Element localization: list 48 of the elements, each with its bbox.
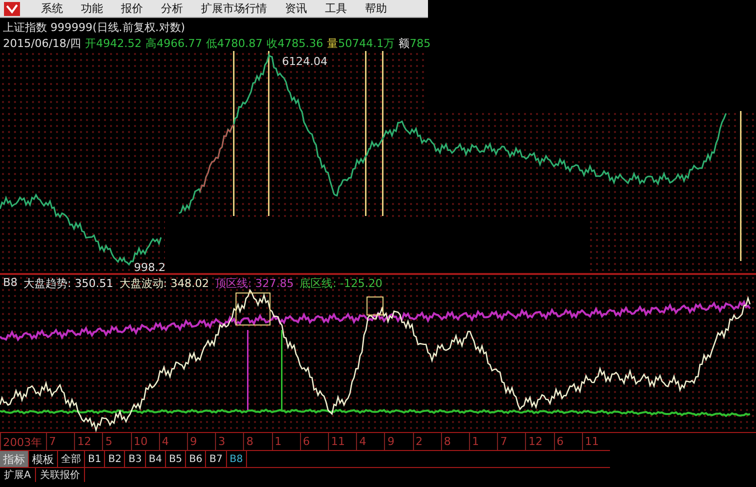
menu-item[interactable]: 系统 xyxy=(32,1,72,16)
menu-item[interactable]: 分析 xyxy=(152,1,192,16)
low-price-label: 998.2 xyxy=(134,261,166,274)
time-axis-label: 9 xyxy=(384,433,413,450)
time-axis-label: 4 xyxy=(356,433,384,450)
quote-value: 额785 xyxy=(398,36,431,51)
time-axis-label: 7 xyxy=(497,433,526,450)
time-axis-label: 2 xyxy=(412,433,441,450)
menu-item[interactable]: 资讯 xyxy=(276,1,316,16)
formula-tab[interactable]: 全部 xyxy=(58,451,85,467)
time-axis-label: 2003年 xyxy=(0,433,46,450)
quote-value: 高4966.77 xyxy=(146,36,202,51)
menu-item[interactable]: 扩展市场行情 xyxy=(192,1,276,16)
menu-item[interactable]: 帮助 xyxy=(356,1,396,16)
time-axis-label: 8 xyxy=(440,433,470,450)
time-axis-label: 11 xyxy=(328,433,356,450)
time-axis-label: 7 xyxy=(46,433,74,450)
menu-item[interactable]: 工具 xyxy=(316,1,356,16)
time-axis-label: 9 xyxy=(187,433,216,450)
view-tab[interactable]: 模板 xyxy=(29,451,58,467)
time-axis-label: 12 xyxy=(74,433,102,450)
time-axis-label: 6 xyxy=(300,433,328,450)
time-axis-label: 5 xyxy=(102,433,131,450)
quote-value: 开4942.52 xyxy=(85,36,142,51)
high-price-label: 6124.04 xyxy=(282,55,328,68)
time-axis-label: 8 xyxy=(243,433,272,450)
security-title: 上证指数 999999(日线.前复权.对数) xyxy=(3,20,186,35)
legend-value: 大盘趋势: 350.51 xyxy=(24,276,114,291)
time-axis-label: 1 xyxy=(469,433,498,450)
menu-item[interactable]: 报价 xyxy=(112,1,152,16)
quote-date: 2015/06/18/四 xyxy=(3,36,82,51)
view-tab[interactable]: 指标 xyxy=(0,451,29,467)
quote-value: 收4785.36 xyxy=(266,36,324,51)
app-logo-icon xyxy=(4,2,20,16)
time-axis-label: 4 xyxy=(158,433,188,450)
indicator-name: B8 xyxy=(3,276,18,291)
time-axis-label: 10 xyxy=(130,433,159,450)
menu-item[interactable]: 功能 xyxy=(72,1,112,16)
quote-value: 量50744.1万 xyxy=(327,36,395,51)
legend-value: 顶区线: 327.85 xyxy=(214,276,294,291)
quote-value: 低4780.87 xyxy=(206,36,263,51)
time-axis-label: 6 xyxy=(554,433,582,450)
legend-value: 大盘波动: 348.02 xyxy=(119,276,209,291)
time-axis-label: 3 xyxy=(215,433,244,450)
time-axis-label: 12 xyxy=(525,433,554,450)
legend-value: 底区线: -125.20 xyxy=(300,276,382,291)
time-axis-label: 1 xyxy=(272,433,300,450)
time-axis-label: 11 xyxy=(582,433,610,450)
